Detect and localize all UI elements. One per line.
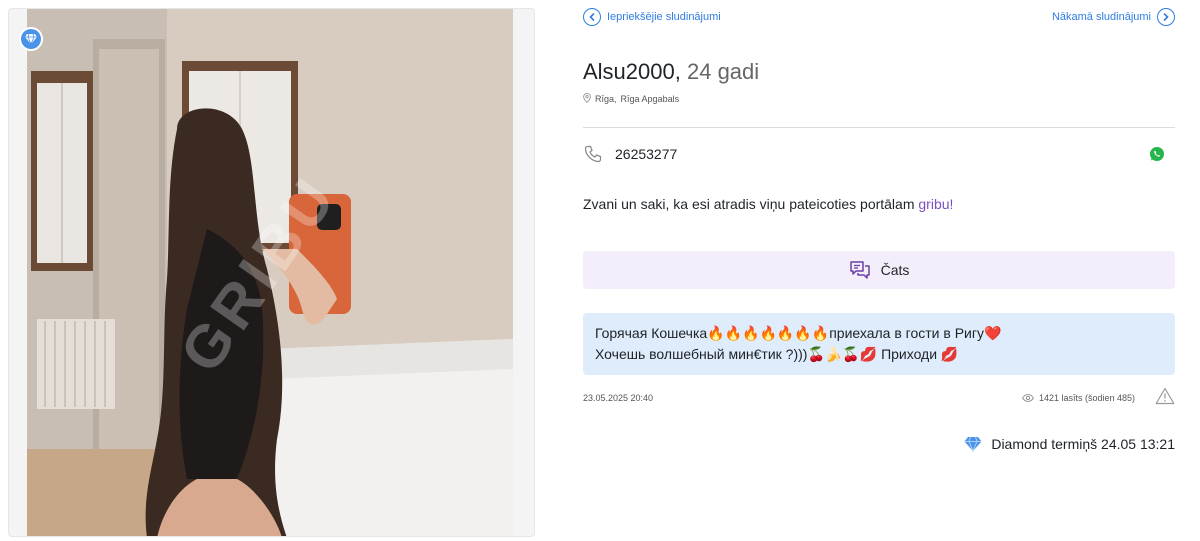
next-listing-label: Nākamā sludinājumi xyxy=(1051,11,1151,23)
previous-listing-link[interactable]: Iepriekšējie sludinājumi xyxy=(583,8,721,26)
warning-triangle-icon[interactable] xyxy=(1155,387,1175,405)
phone-number[interactable]: 26253277 xyxy=(615,146,677,162)
pin-icon xyxy=(583,93,591,105)
listing-description: Горячая Кошечка🔥🔥🔥🔥🔥🔥🔥приехала в гости в… xyxy=(583,313,1175,375)
chevron-left-icon xyxy=(583,8,601,26)
diamond-badge xyxy=(21,29,41,49)
listing-name: Alsu2000, xyxy=(583,59,681,84)
call-hint-text: Zvani un saki, ka esi atradis viņu patei… xyxy=(583,196,915,212)
phone-row: 26253277 xyxy=(583,143,1175,165)
diamond-icon xyxy=(964,436,982,452)
diamond-term: Diamond termiņš 24.05 13:21 xyxy=(964,436,1175,452)
diamond-term-text: Diamond termiņš 24.05 13:21 xyxy=(991,436,1175,452)
listing-location: Rīga , Rīga Apgabals xyxy=(583,93,679,105)
view-count: 1421 lasīts (šodien 485) xyxy=(1022,393,1135,403)
previous-listing-label: Iepriekšējie sludinājumi xyxy=(607,11,721,23)
listing-meta: 23.05.2025 20:40 1421 lasīts (šodien 485… xyxy=(583,387,1175,405)
description-line-1: Горячая Кошечка🔥🔥🔥🔥🔥🔥🔥приехала в гости в… xyxy=(595,325,1002,341)
call-hint-brand-link[interactable]: gribu! xyxy=(918,196,953,212)
chat-button-label: Čats xyxy=(880,262,910,278)
phone-icon xyxy=(584,145,602,163)
eye-icon xyxy=(1022,394,1034,402)
next-listing-link[interactable]: Nākamā sludinājumi xyxy=(1052,8,1175,26)
whatsapp-icon[interactable] xyxy=(1149,146,1165,162)
listing-navigation: Iepriekšējie sludinājumi Nākamā sludināj… xyxy=(583,8,1175,28)
posted-date: 23.05.2025 20:40 xyxy=(583,393,654,403)
divider xyxy=(583,127,1175,128)
diamond-icon xyxy=(25,34,37,44)
call-hint: Zvani un saki, ka esi atradis viņu patei… xyxy=(583,196,953,212)
chat-bubbles-icon xyxy=(849,261,870,279)
photo-gallery[interactable]: GRIBU xyxy=(8,8,535,537)
listing-photo[interactable]: GRIBU xyxy=(27,9,513,536)
view-count-text: 1421 lasīts (šodien 485) xyxy=(1038,393,1135,403)
listing-age: 24 gadi xyxy=(686,59,760,84)
location-separator: , xyxy=(614,94,617,104)
chevron-right-icon xyxy=(1157,8,1175,26)
location-city: Rīga xyxy=(595,94,615,104)
location-region: Rīga Apgabals xyxy=(620,94,680,104)
chat-button[interactable]: Čats xyxy=(583,251,1175,289)
listing-title: Alsu2000, 24 gadi xyxy=(583,59,759,85)
description-line-2: Хочешь волшебный мин€тик ?)))🍒🍌🍒💋 Приход… xyxy=(595,346,959,362)
